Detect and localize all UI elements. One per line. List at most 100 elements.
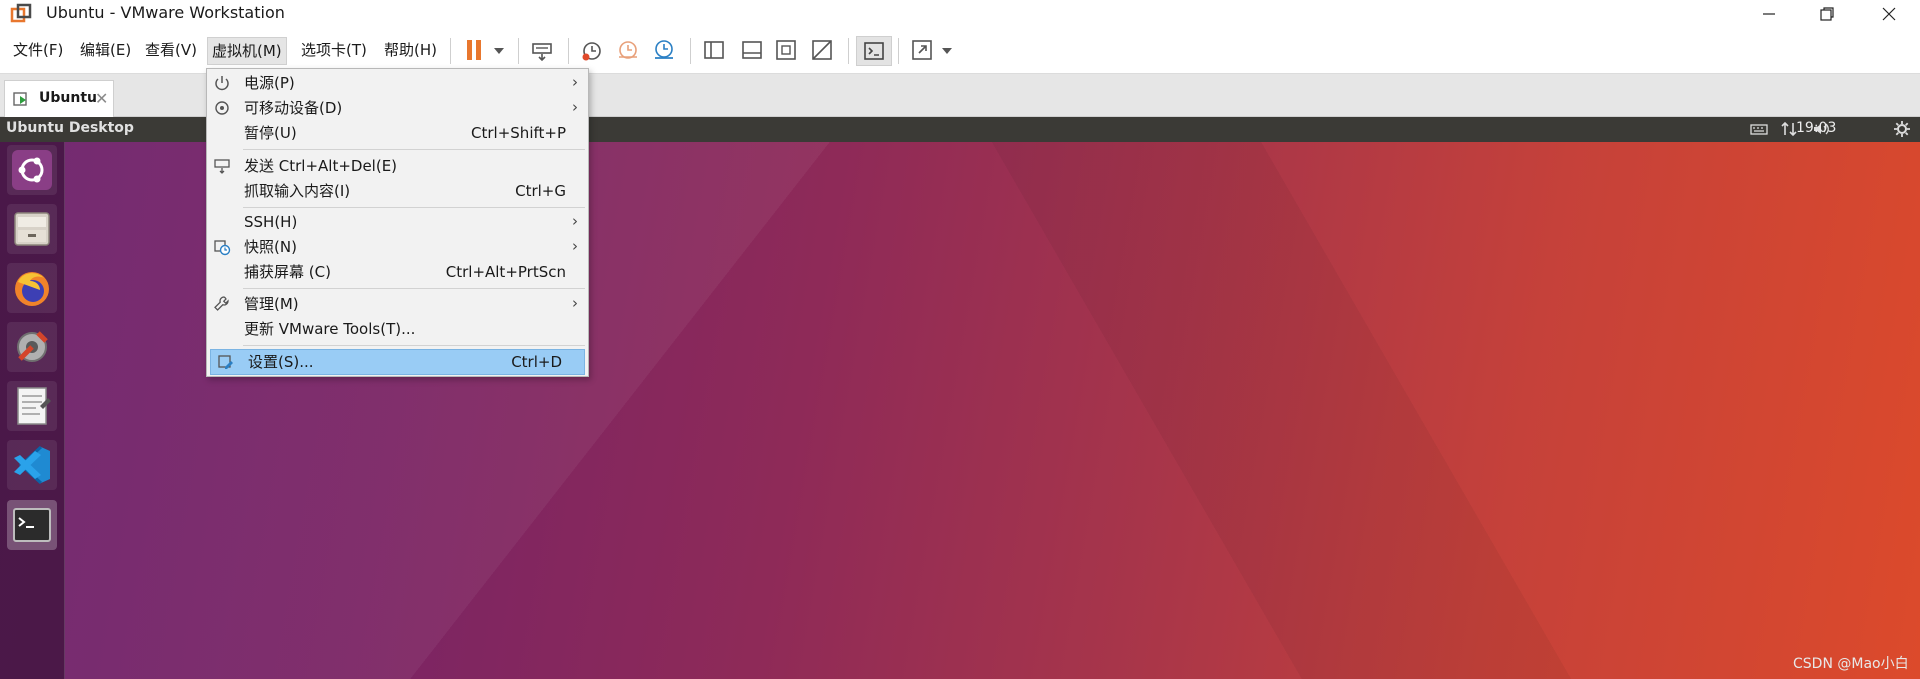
- launcher-files[interactable]: [7, 204, 57, 254]
- full-screen-button[interactable]: [772, 36, 800, 64]
- menu-vm[interactable]: 虚拟机(M): [207, 37, 287, 65]
- menu-item-shortcut: Ctrl+G: [515, 182, 566, 200]
- ubuntu-logo-icon: [12, 150, 52, 190]
- launcher-text-editor[interactable]: [7, 381, 57, 431]
- menu-item-label: 快照(N): [244, 238, 297, 256]
- ubuntu-desktop-title: Ubuntu Desktop: [6, 120, 134, 136]
- stretch-dropdown-icon[interactable]: [942, 48, 952, 54]
- tab-close-icon[interactable]: ✕: [95, 89, 108, 108]
- menu-item-label: SSH(H): [244, 213, 298, 231]
- submenu-arrow-icon: ›: [572, 98, 578, 116]
- wrench-icon: [214, 296, 229, 311]
- menu-item-pause[interactable]: 暂停(U) Ctrl+Shift+P: [207, 121, 588, 145]
- menu-item-label: 发送 Ctrl+Alt+Del(E): [244, 157, 398, 175]
- menu-item-send-ctrl-alt-del[interactable]: 发送 Ctrl+Alt+Del(E): [207, 154, 588, 178]
- snapshot-manager-icon: [655, 40, 673, 59]
- menu-tabs[interactable]: 选项卡(T): [297, 37, 371, 63]
- library-panel-icon: [704, 41, 724, 59]
- launcher-settings[interactable]: [7, 322, 57, 372]
- removable-device-icon: [215, 101, 229, 115]
- menu-item-label: 捕获屏幕 (C): [244, 263, 331, 281]
- revert-snapshot-button[interactable]: [614, 36, 642, 64]
- menu-help[interactable]: 帮助(H): [380, 37, 441, 63]
- menu-item-shortcut: Ctrl+Alt+PrtScn: [445, 263, 566, 281]
- launcher-terminal[interactable]: [7, 500, 57, 550]
- take-snapshot-button[interactable]: [578, 36, 606, 64]
- show-thumbnail-bar-button[interactable]: [738, 36, 766, 64]
- menu-item-removable-devices[interactable]: 可移动设备(D) ›: [207, 96, 588, 120]
- snapshot-manager-button[interactable]: [650, 36, 678, 64]
- menu-item-power[interactable]: 电源(P) ›: [207, 71, 588, 95]
- menu-file[interactable]: 文件(F): [9, 37, 67, 63]
- launcher-dash[interactable]: [7, 145, 57, 195]
- menu-item-ssh[interactable]: SSH(H) ›: [207, 210, 588, 234]
- tab-label: Ubuntu: [39, 90, 97, 106]
- minimize-icon: [1763, 13, 1775, 15]
- thumbnail-bar-icon: [742, 41, 762, 59]
- firefox-icon: [15, 272, 49, 306]
- menu-item-shortcut: Ctrl+D: [511, 353, 562, 371]
- snapshot-icon: [214, 240, 231, 256]
- keyboard-icon: [1750, 124, 1768, 135]
- window-title: Ubuntu - VMware Workstation: [46, 3, 285, 22]
- launcher-firefox[interactable]: [7, 263, 57, 313]
- menu-item-label: 更新 VMware Tools(T)...: [244, 320, 416, 338]
- menu-separator: [243, 149, 585, 150]
- fullscreen-icon: [776, 40, 796, 60]
- menu-separator: [243, 345, 585, 346]
- file-cabinet-icon: [14, 212, 50, 246]
- toolbar-separator: [690, 38, 691, 64]
- send-keys-icon: [532, 43, 552, 62]
- menu-item-label: 暂停(U): [244, 124, 297, 142]
- menu-edit[interactable]: 编辑(E): [76, 37, 135, 63]
- vm-menu-dropdown: 电源(P) › 可移动设备(D) › 暂停(U) Ctrl+Shift+P 发送…: [206, 68, 589, 377]
- menu-item-update-vmware-tools[interactable]: 更新 VMware Tools(T)...: [207, 317, 588, 341]
- toolbar-separator: [450, 38, 451, 64]
- expand-icon: [912, 40, 932, 60]
- unity-mode-button[interactable]: [808, 36, 836, 64]
- keyboard-indicator[interactable]: [1750, 119, 1768, 139]
- vscode-icon: [14, 445, 50, 485]
- menu-item-capture-screen[interactable]: 捕获屏幕 (C) Ctrl+Alt+PrtScn: [207, 260, 588, 284]
- menu-item-shortcut: Ctrl+Shift+P: [471, 124, 566, 142]
- toolbar-separator: [518, 38, 519, 64]
- minimize-button[interactable]: [1740, 0, 1798, 28]
- system-menu[interactable]: [1893, 119, 1911, 139]
- menu-separator: [243, 207, 585, 208]
- tab-ubuntu[interactable]: Ubuntu ✕: [4, 80, 114, 117]
- submenu-arrow-icon: ›: [572, 237, 578, 255]
- menu-item-label: 设置(S)...: [248, 353, 314, 371]
- power-icon: [215, 76, 229, 91]
- pause-button[interactable]: [462, 36, 488, 64]
- restore-button[interactable]: [1798, 0, 1856, 28]
- system-settings-icon: [17, 331, 48, 362]
- toolbar-separator: [568, 38, 569, 64]
- console-view-button[interactable]: [856, 36, 892, 66]
- menu-item-manage[interactable]: 管理(M) ›: [207, 292, 588, 316]
- menu-item-label: 电源(P): [244, 74, 295, 92]
- show-library-button[interactable]: [700, 36, 728, 64]
- pause-icon: [467, 40, 481, 60]
- clock[interactable]: 19:03: [1796, 120, 1836, 136]
- ubuntu-launcher: [0, 142, 65, 679]
- close-window-button[interactable]: [1860, 0, 1918, 28]
- menu-item-label: 抓取输入内容(I): [244, 182, 351, 200]
- terminal-icon: [864, 42, 884, 60]
- close-icon: [1882, 7, 1896, 21]
- watermark: CSDN @Mao小白: [1793, 656, 1909, 672]
- stretch-view-button[interactable]: [908, 36, 936, 64]
- menu-item-snapshot[interactable]: 快照(N) ›: [207, 235, 588, 259]
- pause-dropdown-icon[interactable]: [494, 48, 504, 54]
- menu-item-grab-input[interactable]: 抓取输入内容(I) Ctrl+G: [207, 179, 588, 203]
- menu-item-settings[interactable]: 设置(S)... Ctrl+D: [210, 349, 585, 375]
- menu-item-label: 可移动设备(D): [244, 99, 343, 117]
- menu-view[interactable]: 查看(V): [141, 37, 201, 63]
- launcher-vscode[interactable]: [7, 440, 57, 490]
- submenu-arrow-icon: ›: [572, 73, 578, 91]
- settings-icon: [218, 355, 233, 369]
- send-ctrl-alt-del-button[interactable]: [528, 36, 556, 64]
- vmware-app-icon: [10, 3, 32, 23]
- submenu-arrow-icon: ›: [572, 294, 578, 312]
- unity-mode-icon: [812, 40, 832, 60]
- snapshot-clock-icon: [582, 42, 601, 61]
